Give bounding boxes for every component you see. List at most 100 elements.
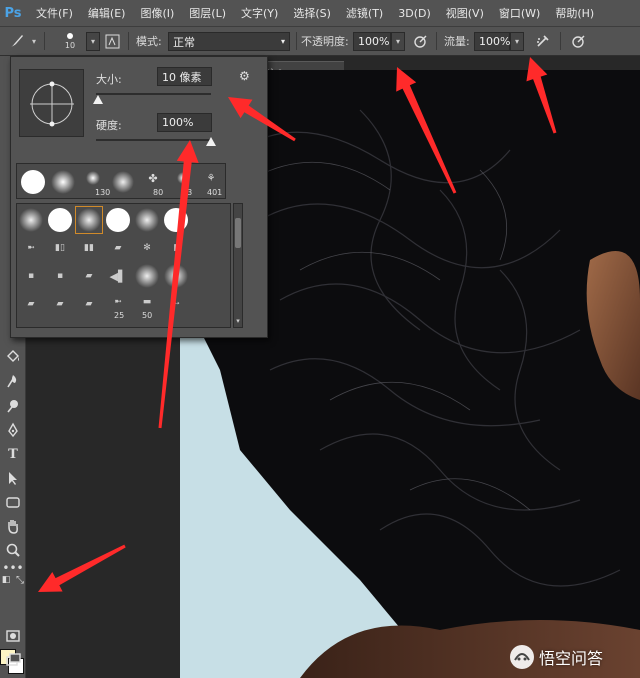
menu-type[interactable]: 文字(Y) <box>241 5 278 21</box>
hardness-slider-track[interactable] <box>96 139 211 141</box>
brush-size-label: 23 <box>182 188 193 197</box>
menu-layer[interactable]: 图层(L) <box>189 5 226 21</box>
brush-size-label: 10 <box>64 40 76 50</box>
presets-scrollbar[interactable]: ▾ <box>233 203 243 328</box>
brush-size-label: 130 <box>95 188 111 197</box>
gear-icon[interactable]: ⚙ <box>239 69 250 83</box>
divider <box>296 32 297 50</box>
mode-label: 模式: <box>136 35 162 48</box>
path-selection-icon[interactable] <box>3 468 23 488</box>
hand-tool-icon[interactable] <box>3 516 23 536</box>
brush-preset[interactable]: ▮▯ <box>46 234 74 262</box>
brush-tool-icon[interactable] <box>6 27 28 55</box>
brush-preset[interactable]: ▰ <box>104 234 132 262</box>
brush-preset[interactable]: ▪ <box>17 262 45 290</box>
brush-preset[interactable]: ✻ <box>133 234 161 262</box>
pen-tool-icon[interactable] <box>3 420 23 440</box>
brush-preset[interactable] <box>17 206 45 234</box>
brush-preset[interactable] <box>133 262 161 290</box>
size-slider-track[interactable] <box>96 93 211 95</box>
size-label: 大小: <box>96 73 122 86</box>
dodge-tool-icon[interactable] <box>3 396 23 416</box>
brush-size-label: 50 <box>142 311 153 320</box>
brush-tip-preview <box>19 69 84 137</box>
divider <box>560 32 561 50</box>
brush-preset[interactable]: ▰ <box>17 290 45 318</box>
brush-preset[interactable] <box>162 206 190 234</box>
brush-preset[interactable] <box>133 206 161 234</box>
brush-preset[interactable]: ➳ <box>162 290 190 318</box>
quick-mask-icon[interactable] <box>3 626 23 646</box>
brush-dot-icon <box>67 32 73 39</box>
chevron-down-icon[interactable]: ▾ <box>234 317 242 325</box>
brush-preset-picker[interactable]: 10 <box>52 27 88 55</box>
scrollbar-thumb[interactable] <box>235 218 241 248</box>
brush-preset[interactable]: ➼ <box>17 234 45 262</box>
size-slider-thumb[interactable] <box>93 95 104 104</box>
watermark: 悟空问答 <box>510 645 603 669</box>
options-bar: ▾ 10 ▾ 模式: 正常 ▾ 不透明度: 100% ▾ 流量: 100% ▾ <box>0 26 640 56</box>
flow-dropdown[interactable]: ▾ <box>510 32 524 51</box>
rectangle-tool-icon[interactable] <box>3 492 23 512</box>
menu-help[interactable]: 帮助(H) <box>555 5 594 21</box>
watermark-text: 悟空问答 <box>539 649 604 668</box>
brush-preset[interactable] <box>104 206 132 234</box>
menu-image[interactable]: 图像(I) <box>140 5 174 21</box>
hardness-input[interactable]: 100% <box>157 113 212 132</box>
airbrush-icon[interactable] <box>532 27 554 55</box>
menu-edit[interactable]: 编辑(E) <box>88 5 126 21</box>
chevron-down-icon: ▾ <box>280 37 285 46</box>
brush-preset[interactable]: ▮▮ <box>75 234 103 262</box>
mode-value: 正常 <box>173 35 195 49</box>
brush-preset-hard-round[interactable] <box>19 168 47 196</box>
hardness-slider-thumb[interactable] <box>206 137 216 146</box>
brush-preset-soft-round[interactable] <box>109 168 137 196</box>
opacity-dropdown[interactable]: ▾ <box>391 32 405 51</box>
default-colors-icon[interactable]: ◧ <box>0 574 12 586</box>
divider <box>128 32 129 50</box>
brush-preset[interactable]: ▪ <box>46 262 74 290</box>
pressure-opacity-icon[interactable] <box>410 27 430 55</box>
flow-input[interactable]: 100% <box>474 32 510 51</box>
opacity-input[interactable]: 100% <box>353 32 391 51</box>
brush-preset[interactable]: ▮ <box>162 234 190 262</box>
zoom-tool-icon[interactable] <box>3 540 23 560</box>
menu-3d[interactable]: 3D(D) <box>398 7 431 20</box>
brush-preset[interactable]: ▬ <box>17 318 45 327</box>
size-input[interactable]: 10 像素 <box>157 67 212 86</box>
pressure-size-icon[interactable] <box>568 27 588 55</box>
brush-preset-picker-panel: 大小: 10 像素 ⚙ 硬度: 100% ✤ ⚘ 130 80 23 401 ➼… <box>10 56 268 338</box>
menu-view[interactable]: 视图(V) <box>446 5 484 21</box>
swap-colors-icon[interactable]: ⤡ <box>14 574 26 586</box>
menu-select[interactable]: 选择(S) <box>293 5 331 21</box>
brush-preset[interactable]: ◀▌ <box>104 262 132 290</box>
brush-preset[interactable]: ▰ <box>46 290 74 318</box>
brush-preset[interactable] <box>162 262 190 290</box>
menu-window[interactable]: 窗口(W) <box>499 5 540 21</box>
brush-preset-selected[interactable] <box>75 206 103 234</box>
screen-mode-icon[interactable] <box>3 650 23 670</box>
brush-preset[interactable]: ▰ <box>75 262 103 290</box>
brush-presets-grid: ➼ ▮▯ ▮▮ ▰ ✻ ▮ ▪ ▪ ▰ ◀▌ ▰ ▰ ▰ ➼ ▬ ➳ 25 50… <box>16 203 231 328</box>
flow-label: 流量: <box>444 35 470 48</box>
brush-panel-toggle-icon[interactable] <box>104 27 120 55</box>
brush-preset[interactable]: ▰ <box>75 290 103 318</box>
blur-tool-icon[interactable] <box>3 371 23 391</box>
chevron-down-icon[interactable]: ▾ <box>30 27 38 55</box>
brush-preset-dropdown[interactable]: ▾ <box>86 32 100 51</box>
menu-file[interactable]: 文件(F) <box>36 5 73 21</box>
mode-select[interactable]: 正常 ▾ <box>168 32 290 51</box>
type-tool-icon[interactable]: T <box>3 444 23 464</box>
brush-preset-soft-round[interactable] <box>49 168 77 196</box>
recent-brushes: ✤ ⚘ 130 80 23 401 <box>16 163 226 199</box>
divider <box>436 32 437 50</box>
menu-filter[interactable]: 滤镜(T) <box>346 5 383 21</box>
brush-preset[interactable]: ▬ <box>46 318 74 327</box>
divider <box>44 32 45 50</box>
paint-bucket-icon[interactable] <box>3 346 23 366</box>
brush-size-label: 401 <box>207 188 223 197</box>
photoshop-window: Ps 文件(F) 编辑(E) 图像(I) 图层(L) 文字(Y) 选择(S) 滤… <box>0 0 640 678</box>
brush-size-label: 80 <box>153 188 164 197</box>
hardness-label: 硬度: <box>96 119 122 132</box>
brush-preset[interactable] <box>46 206 74 234</box>
